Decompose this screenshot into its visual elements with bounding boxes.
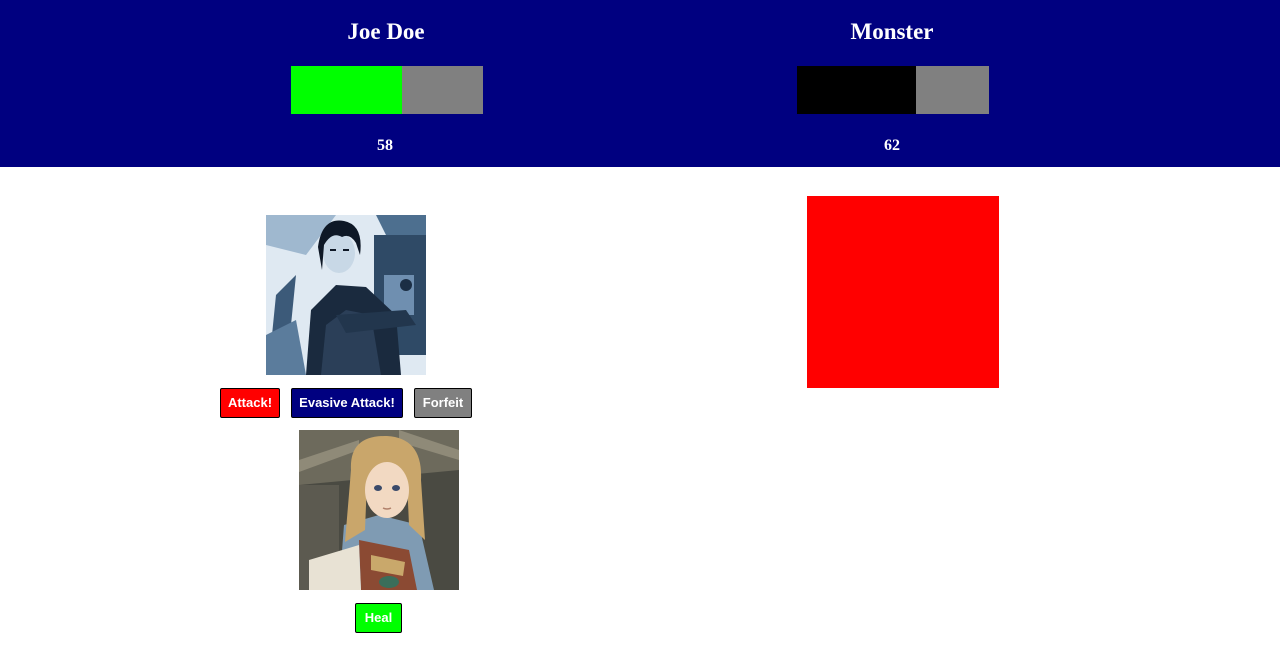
player-hp-value: 58 [377, 137, 393, 154]
monster-hp-value: 62 [884, 137, 900, 154]
player-name: Joe Doe [347, 19, 425, 44]
monster-health-fill [797, 66, 917, 114]
status-header: Joe Doe 58 Monster 62 [0, 0, 1280, 167]
monster-sprite [807, 196, 999, 388]
monster-health-bar [797, 66, 989, 114]
hero-portrait [266, 215, 426, 375]
forfeit-button[interactable]: Forfeit [414, 388, 472, 418]
monster-name: Monster [850, 19, 934, 44]
ally-portrait [299, 430, 459, 590]
attack-button[interactable]: Attack! [220, 388, 280, 418]
player-health-fill [291, 66, 403, 114]
heal-button[interactable]: Heal [355, 603, 402, 633]
player-health-bar [291, 66, 483, 114]
evasive-attack-button[interactable]: Evasive Attack! [291, 388, 403, 418]
